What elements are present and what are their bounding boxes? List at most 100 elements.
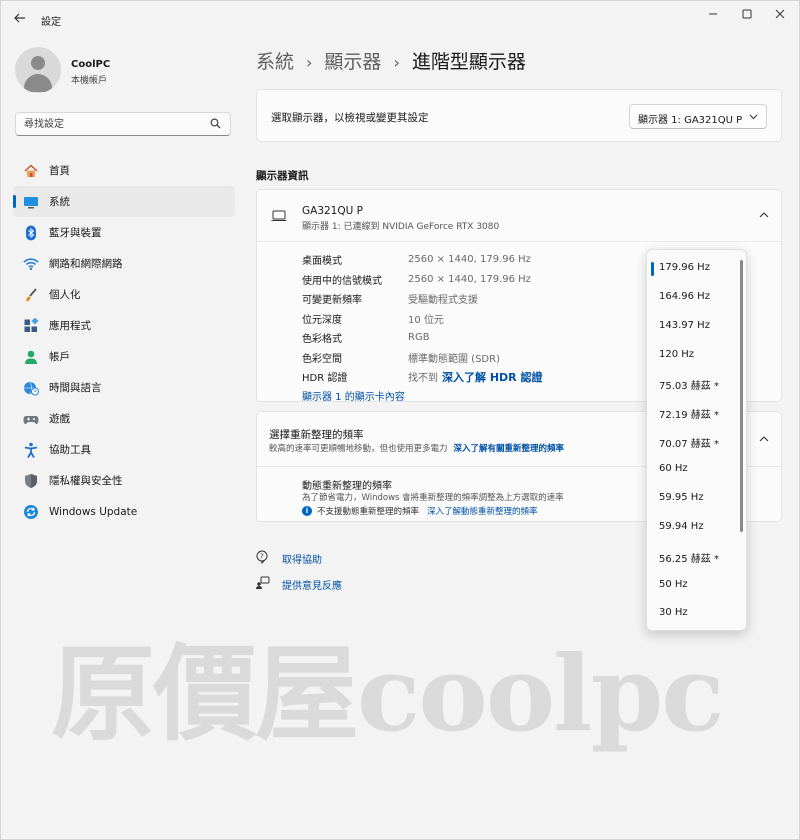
sidebar-item-apps[interactable]: 應用程式 [13, 310, 235, 341]
info-row: 色彩空間 標準動態範圍 (SDR) [302, 348, 542, 368]
wifi-icon [23, 256, 39, 272]
system-icon [23, 194, 39, 210]
search-input[interactable] [24, 117, 204, 132]
title-bar: 設定 [1, 1, 799, 35]
sidebar-item-label: 帳戶 [49, 351, 70, 363]
feedback-link[interactable]: 提供意見反應 [256, 576, 342, 593]
maximize-button[interactable] [735, 7, 759, 25]
refresh-rate-title: 選擇重新整理的頻率 [269, 429, 364, 441]
account-icon [23, 349, 39, 365]
refresh-rate-learn-more-link[interactable]: 深入了解有關重新整理的頻率 [454, 444, 565, 454]
sidebar-item-label: 應用程式 [49, 320, 91, 332]
info-value: 標準動態範圍 (SDR) [408, 353, 500, 365]
feedback-icon [256, 576, 270, 593]
refresh-option[interactable]: 143.97 Hz [659, 320, 710, 331]
selected-indicator [651, 262, 654, 276]
refresh-option[interactable]: 179.96 Hz [659, 262, 710, 273]
globe-clock-icon [23, 380, 39, 396]
display-select-value: 顯示器 1: GA321QU P [638, 115, 743, 126]
refresh-option[interactable]: 164.96 Hz [659, 291, 710, 302]
sidebar-item-system[interactable]: 系統 [13, 186, 235, 217]
sidebar-item-accounts[interactable]: 帳戶 [13, 341, 235, 372]
dynamic-refresh-title: 動態重新整理的頻率 [302, 481, 392, 492]
chevron-up-icon[interactable] [759, 434, 769, 447]
monitor-connection: 顯示器 1: 已連線到 NVIDIA GeForce RTX 3080 [302, 222, 500, 232]
monitor-name: GA321QU P [302, 205, 363, 217]
close-button[interactable] [768, 7, 792, 25]
breadcrumb-system[interactable]: 系統 [256, 51, 294, 73]
settings-window: 設定 CoolPC 本機帳戶 首頁 [0, 0, 800, 840]
info-row: 位元深度 10 位元 [302, 309, 542, 329]
info-value: 2560 × 1440, 179.96 Hz [408, 254, 531, 266]
sidebar-item-time-language[interactable]: 時間與語言 [13, 372, 235, 403]
sidebar-item-home[interactable]: 首頁 [13, 155, 235, 186]
display-select-dropdown[interactable]: 顯示器 1: GA321QU P [629, 104, 767, 129]
refresh-option[interactable]: 70.07 赫茲 * [659, 435, 719, 450]
refresh-option[interactable]: 120 Hz [659, 349, 694, 360]
shield-icon [23, 473, 39, 489]
avatar[interactable] [15, 47, 61, 93]
sidebar-item-privacy[interactable]: 隱私權與安全性 [13, 465, 235, 496]
dynamic-refresh-note: i 不支援動態重新整理的頻率 深入了解動態重新整理的頻率 [302, 505, 538, 517]
info-key: 可變更新頻率 [302, 295, 362, 307]
search-box[interactable] [15, 112, 231, 136]
sidebar-item-label: 時間與語言 [49, 382, 102, 394]
display-info-header[interactable]: GA321QU P 顯示器 1: 已連線到 NVIDIA GeForce RTX… [257, 190, 781, 242]
refresh-rate-dropdown[interactable]: 179.96 Hz 164.96 Hz 143.97 Hz 120 Hz 75.… [646, 249, 747, 631]
breadcrumb: 系統 › 顯示器 › 進階型顯示器 [256, 47, 526, 74]
back-arrow-icon[interactable] [13, 11, 29, 27]
refresh-option[interactable]: 50 Hz [659, 579, 688, 590]
get-help-label: 取得協助 [282, 555, 322, 566]
refresh-option[interactable]: 75.03 赫茲 * [659, 377, 719, 392]
dropdown-scrollbar[interactable] [740, 260, 743, 532]
breadcrumb-display[interactable]: 顯示器 [324, 51, 381, 73]
info-row: 色彩格式 RGB [302, 328, 542, 348]
chevron-up-icon[interactable] [759, 210, 769, 223]
search-icon[interactable] [210, 118, 222, 130]
info-value: 2560 × 1440, 179.96 Hz [408, 273, 531, 285]
avatar-head-icon [31, 56, 45, 70]
info-row: 可變更新頻率 受驅動程式支援 [302, 289, 542, 309]
refresh-option[interactable]: 56.25 赫茲 * [659, 550, 719, 565]
refresh-option[interactable]: 59.95 Hz [659, 492, 704, 503]
apps-icon [23, 317, 39, 334]
display-select-card: 選取顯示器，以檢視或變更其設定 顯示器 1: GA321QU P [256, 89, 782, 142]
info-row: 使用中的信號模式 2560 × 1440, 179.96 Hz [302, 270, 542, 290]
hdr-learn-more-link[interactable]: 深入了解 HDR 認證 [442, 369, 542, 385]
watermark-logo: 原價屋coolpc [51, 632, 725, 755]
sidebar-item-label: 網路和網際網路 [49, 258, 123, 270]
brush-icon [23, 287, 39, 303]
adapter-properties-link[interactable]: 顯示器 1 的顯示卡內容 [302, 388, 405, 403]
sidebar-item-accessibility[interactable]: 協助工具 [13, 434, 235, 465]
refresh-option[interactable]: 30 Hz [659, 607, 688, 618]
refresh-option[interactable]: 72.19 赫茲 * [659, 406, 719, 421]
info-value: 找不到 [408, 373, 438, 385]
sidebar-item-gaming[interactable]: 遊戲 [13, 403, 235, 434]
info-value: RGB [408, 332, 430, 344]
bluetooth-icon [23, 225, 39, 241]
window-title: 設定 [41, 17, 61, 28]
home-icon [23, 163, 39, 179]
sidebar-item-network[interactable]: 網路和網際網路 [13, 248, 235, 279]
refresh-rate-description: 較高的速率可更順暢地移動，但也使用更多電力 [269, 444, 448, 454]
sidebar-item-bluetooth[interactable]: 藍牙與裝置 [13, 217, 235, 248]
profile-account-type: 本機帳戶 [71, 76, 108, 86]
laptop-icon [271, 210, 287, 225]
sidebar-nav: 首頁 系統 藍牙與裝置 網路和網際網路 個人化 應用程式 帳戶 時間與語言 遊戲… [13, 155, 235, 527]
sidebar-item-label: 遊戲 [49, 413, 70, 425]
sidebar-item-personalization[interactable]: 個人化 [13, 279, 235, 310]
minimize-button[interactable] [701, 7, 725, 25]
info-row: 桌面模式 2560 × 1440, 179.96 Hz [302, 250, 542, 270]
dynamic-refresh-learn-more-link[interactable]: 深入了解動態重新整理的頻率 [427, 505, 538, 517]
page-title: 進階型顯示器 [411, 51, 526, 73]
refresh-option[interactable]: 60 Hz [659, 463, 688, 474]
sidebar-item-label: 協助工具 [49, 444, 91, 456]
refresh-rate-subtitle: 較高的速率可更順暢地移動，但也使用更多電力 深入了解有關重新整理的頻率 [269, 442, 564, 454]
accessibility-icon [23, 442, 39, 458]
feedback-label: 提供意見反應 [282, 581, 342, 592]
refresh-option[interactable]: 59.94 Hz [659, 521, 704, 532]
info-key: 色彩空間 [302, 353, 342, 365]
sidebar-item-windows-update[interactable]: Windows Update [13, 496, 235, 527]
get-help-link[interactable]: ? 取得協助 [256, 550, 322, 567]
info-key: 桌面模式 [302, 256, 342, 268]
